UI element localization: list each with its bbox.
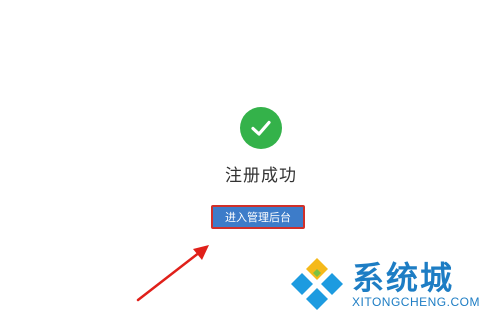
registration-success-page: 注册成功 进入管理后台 系统城 XITONGCHENG.COM xyxy=(0,0,480,326)
watermark: 系统城 XITONGCHENG.COM xyxy=(288,253,480,323)
watermark-domain: XITONGCHENG.COM xyxy=(352,295,480,309)
enter-admin-button-label: 进入管理后台 xyxy=(225,211,291,224)
watermark-brand: 系统城 xyxy=(352,259,455,297)
xitongcheng-logo-icon xyxy=(291,258,343,310)
checkmark-glyph xyxy=(251,120,271,136)
success-title: 注册成功 xyxy=(225,166,297,186)
checkmark-icon xyxy=(240,107,282,149)
enter-admin-button[interactable]: 进入管理后台 xyxy=(211,205,305,229)
